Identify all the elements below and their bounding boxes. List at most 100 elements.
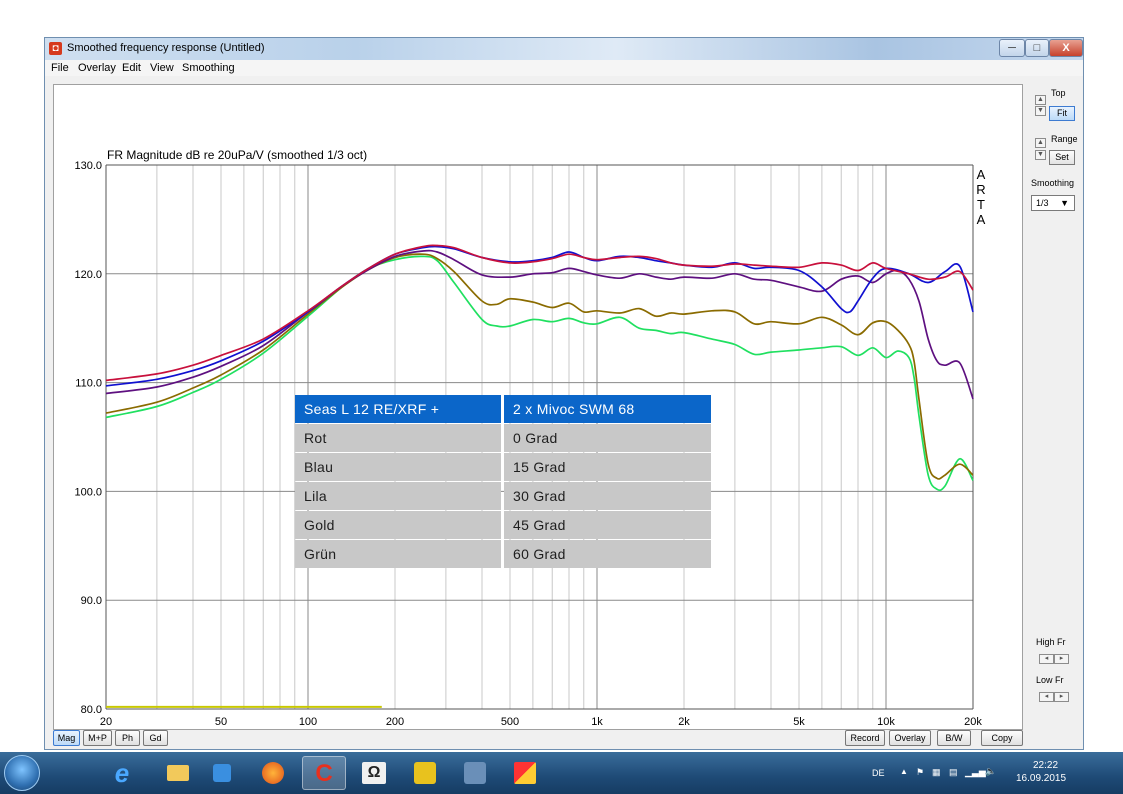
firefox-icon[interactable] <box>251 756 295 790</box>
legend-cell: 60 Grad <box>504 540 711 568</box>
range-label: Range <box>1051 134 1078 144</box>
mag-button[interactable]: Mag <box>53 730 80 746</box>
legend-row: Lila 30 Grad <box>295 482 711 510</box>
volume-icon[interactable]: 🔈 <box>985 766 996 777</box>
taskbar: e C Ω DE ▲ ⚑ ▦ ▤ ▁▃▅ 🔈 22:22 16.09.2015 <box>0 752 1123 794</box>
menu-file[interactable]: File <box>51 62 69 74</box>
low-fr-label: Low Fr <box>1036 675 1064 685</box>
x-tick-label: 100 <box>299 716 317 728</box>
legend-row: Blau 15 Grad <box>295 453 711 481</box>
top-up-arrow-icon[interactable]: ▲ <box>1035 95 1046 105</box>
menu-edit[interactable]: Edit <box>122 62 141 74</box>
network-app-icon[interactable] <box>453 756 497 790</box>
y-tick-label: 80.0 <box>81 704 102 716</box>
clock-date[interactable]: 16.09.2015 <box>1016 773 1066 784</box>
arta-watermark-letter: T <box>977 197 985 212</box>
color-app-icon[interactable] <box>503 756 547 790</box>
chart-title: FR Magnitude dB re 20uPa/V (smoothed 1/3… <box>107 148 367 162</box>
x-tick-label: 200 <box>386 716 404 728</box>
high-fr-left-arrow-icon[interactable]: ◂ <box>1039 654 1054 664</box>
scale-control-panel: ▲ ▼ Top Fit ▲ ▼ Range Set Smoothing 1/3 … <box>1031 84 1081 734</box>
menu-overlay[interactable]: Overlay <box>78 62 116 74</box>
y-tick-label: 110.0 <box>75 378 102 390</box>
menu-view[interactable]: View <box>150 62 174 74</box>
record-button[interactable]: Record <box>845 730 885 746</box>
smoothing-value: 1/3 <box>1036 198 1049 208</box>
app-window: ◘ Smoothed frequency response (Untitled)… <box>44 37 1084 750</box>
x-tick-label: 1k <box>591 716 603 728</box>
smoothing-select[interactable]: 1/3 ▼ <box>1031 195 1075 211</box>
start-button[interactable] <box>4 755 40 791</box>
arta-watermark-letter: A <box>977 212 986 227</box>
arta-watermark-letter: R <box>976 182 985 197</box>
window-title: Smoothed frequency response (Untitled) <box>67 42 265 54</box>
title-bar[interactable]: ◘ Smoothed frequency response (Untitled)… <box>45 38 1083 60</box>
top-down-arrow-icon[interactable]: ▼ <box>1035 106 1046 116</box>
minimize-button[interactable]: ─ <box>999 39 1025 57</box>
set-button[interactable]: Set <box>1049 150 1075 165</box>
network-signal-icon[interactable]: ▁▃▅ <box>965 767 986 778</box>
low-fr-left-arrow-icon[interactable]: ◂ <box>1039 692 1054 702</box>
x-tick-label: 20k <box>964 716 982 728</box>
y-tick-label: 90.0 <box>81 595 102 607</box>
legend-row: Rot 0 Grad <box>295 424 711 452</box>
fit-button[interactable]: Fit <box>1049 106 1075 121</box>
legend-cell: Gold <box>295 511 501 539</box>
bottom-toolbar: Mag M+P Ph Gd Record Overlay B/W Copy <box>45 728 1083 748</box>
display-icon[interactable]: ▦ <box>932 767 941 778</box>
x-tick-label: 50 <box>215 716 227 728</box>
system-tray: DE ▲ ⚑ ▦ ▤ ▁▃▅ 🔈 22:22 16.09.2015 <box>870 760 1120 788</box>
action-center-flag-icon[interactable]: ⚑ <box>916 767 924 778</box>
high-fr-label: High Fr <box>1036 637 1066 647</box>
legend-header-cell: Seas L 12 RE/XRF + <box>295 395 501 423</box>
x-tick-label: 20 <box>100 716 112 728</box>
range-up-arrow-icon[interactable]: ▲ <box>1035 138 1046 148</box>
legend-cell: Rot <box>295 424 501 452</box>
range-down-arrow-icon[interactable]: ▼ <box>1035 150 1046 160</box>
chevron-down-icon: ▼ <box>1060 198 1069 208</box>
legend-cell: 45 Grad <box>504 511 711 539</box>
top-label: Top <box>1051 88 1066 98</box>
legend-cell: Grün <box>295 540 501 568</box>
ph-button[interactable]: Ph <box>115 730 140 746</box>
clock-time[interactable]: 22:22 <box>1033 760 1058 771</box>
legend-header-row: Seas L 12 RE/XRF + 2 x Mivoc SWM 68 <box>295 395 711 423</box>
maximize-button[interactable]: □ <box>1025 39 1049 57</box>
x-tick-label: 10k <box>877 716 895 728</box>
legend-header-cell: 2 x Mivoc SWM 68 <box>504 395 711 423</box>
overlay-button[interactable]: Overlay <box>889 730 931 746</box>
x-tick-label: 2k <box>678 716 690 728</box>
legend-cell: 30 Grad <box>504 482 711 510</box>
x-tick-label: 5k <box>793 716 805 728</box>
character-map-icon[interactable]: Ω <box>352 756 396 790</box>
y-tick-label: 120.0 <box>74 269 102 281</box>
legend-cell: 0 Grad <box>504 424 711 452</box>
close-button[interactable]: X <box>1049 39 1083 57</box>
mp-button[interactable]: M+P <box>83 730 112 746</box>
low-fr-right-arrow-icon[interactable]: ▸ <box>1054 692 1069 702</box>
bw-button[interactable]: B/W <box>937 730 971 746</box>
gd-button[interactable]: Gd <box>143 730 168 746</box>
high-fr-right-arrow-icon[interactable]: ▸ <box>1054 654 1069 664</box>
menu-smoothing[interactable]: Smoothing <box>182 62 235 74</box>
x-tick-label: 500 <box>501 716 519 728</box>
app-icon: ◘ <box>49 42 62 55</box>
legend-cell: Lila <box>295 482 501 510</box>
menu-bar: File Overlay Edit View Smoothing <box>45 60 1083 76</box>
arta-app-icon[interactable]: C <box>302 756 346 790</box>
ie-icon[interactable]: e <box>100 756 144 790</box>
legend-row: Gold 45 Grad <box>295 511 711 539</box>
file-explorer-icon[interactable] <box>156 756 200 790</box>
show-hidden-icons-icon[interactable]: ▲ <box>900 767 908 776</box>
language-indicator[interactable]: DE <box>872 768 885 778</box>
arta-watermark-letter: A <box>977 167 986 182</box>
speaker-app-icon[interactable] <box>403 756 447 790</box>
legend-cell: 15 Grad <box>504 453 711 481</box>
smoothing-label: Smoothing <box>1031 178 1075 188</box>
copy-button[interactable]: Copy <box>981 730 1023 746</box>
y-tick-label: 100.0 <box>74 486 102 498</box>
legend-cell: Blau <box>295 453 501 481</box>
device-icon[interactable]: ▤ <box>949 767 958 778</box>
media-player-icon[interactable] <box>200 756 244 790</box>
y-tick-label: 130.0 <box>74 160 102 172</box>
